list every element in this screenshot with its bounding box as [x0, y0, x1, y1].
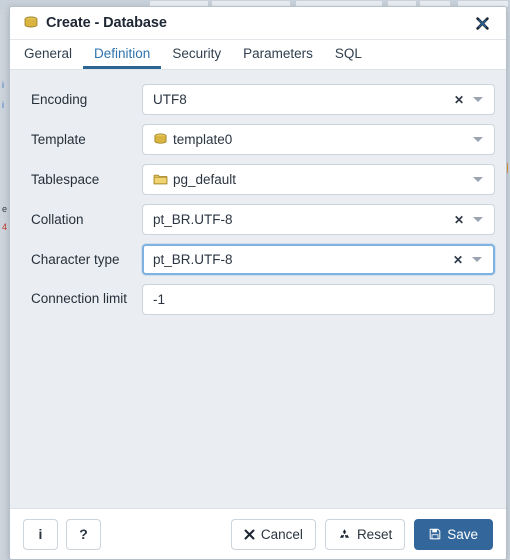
database-icon	[23, 15, 39, 31]
dialog-title: Create - Database	[46, 15, 167, 31]
database-icon	[153, 132, 168, 147]
reset-button[interactable]: Reset	[324, 518, 406, 550]
footer-left-group: i ?	[23, 518, 101, 550]
save-button[interactable]: Save	[414, 518, 493, 550]
tab-parameters[interactable]: Parameters	[232, 40, 324, 69]
clear-encoding-icon[interactable]: ✕	[450, 94, 470, 106]
floppy-disk-icon	[429, 528, 441, 540]
tab-security[interactable]: Security	[161, 40, 232, 69]
clear-collation-icon[interactable]: ✕	[450, 214, 470, 226]
definition-tab-panel: Encoding UTF8 ✕ Template template0 Table…	[10, 70, 506, 509]
select-template-value-group: template0	[153, 132, 470, 147]
chevron-down-icon[interactable]	[472, 257, 482, 262]
chevron-down-icon[interactable]	[473, 97, 483, 102]
label-encoding: Encoding	[31, 92, 88, 107]
select-template-value: template0	[173, 132, 233, 147]
select-encoding[interactable]: UTF8 ✕	[142, 84, 495, 115]
save-button-label: Save	[447, 526, 478, 542]
label-template: Template	[31, 132, 86, 147]
background-left-strip: i i e 4	[0, 9, 9, 560]
chevron-down-icon[interactable]	[473, 177, 483, 182]
chevron-down-icon[interactable]	[473, 217, 483, 222]
clear-character-type-icon[interactable]: ✕	[449, 254, 469, 266]
field-row-character-type: Character type pt_BR.UTF-8 ✕	[21, 244, 495, 275]
chevron-down-icon[interactable]	[473, 137, 483, 142]
help-icon[interactable]: ?	[66, 518, 101, 550]
label-character-type: Character type	[31, 252, 120, 267]
select-tablespace-value: pg_default	[173, 172, 237, 187]
footer-right-group: Cancel Reset Save	[230, 518, 493, 550]
select-character-type-value: pt_BR.UTF-8	[153, 252, 233, 267]
folder-icon	[153, 172, 168, 187]
dialog-title-group: Create - Database	[23, 15, 472, 31]
select-character-type[interactable]: pt_BR.UTF-8 ✕	[142, 244, 495, 275]
select-tablespace-value-group: pg_default	[153, 172, 470, 187]
input-connection-limit[interactable]: -1	[142, 284, 495, 315]
field-row-template: Template template0	[21, 124, 495, 155]
recycle-icon	[338, 528, 351, 541]
field-row-connection-limit: Connection limit -1	[21, 284, 495, 315]
field-row-encoding: Encoding UTF8 ✕	[21, 84, 495, 115]
dialog-titlebar: Create - Database	[10, 7, 506, 40]
field-row-tablespace: Tablespace pg_default	[21, 164, 495, 195]
create-database-dialog: Create - Database General Definition Sec…	[9, 6, 507, 560]
tab-sql[interactable]: SQL	[324, 40, 373, 69]
select-collation-value: pt_BR.UTF-8	[153, 212, 233, 227]
tab-definition[interactable]: Definition	[83, 40, 162, 69]
close-x-icon	[244, 529, 255, 540]
select-encoding-value: UTF8	[153, 92, 187, 107]
select-template[interactable]: template0	[142, 124, 495, 155]
close-icon[interactable]	[472, 13, 492, 33]
label-connection-limit: Connection limit	[31, 291, 128, 306]
field-row-collation: Collation pt_BR.UTF-8 ✕	[21, 204, 495, 235]
select-collation[interactable]: pt_BR.UTF-8 ✕	[142, 204, 495, 235]
dialog-footer: i ? Cancel Reset Save	[10, 509, 506, 559]
cancel-button[interactable]: Cancel	[230, 518, 316, 550]
tab-general[interactable]: General	[20, 40, 83, 69]
label-tablespace: Tablespace	[31, 172, 100, 187]
cancel-button-label: Cancel	[260, 526, 303, 542]
label-collation: Collation	[31, 212, 84, 227]
dialog-tabbar: General Definition Security Parameters S…	[10, 40, 506, 70]
info-icon[interactable]: i	[23, 518, 58, 550]
select-tablespace[interactable]: pg_default	[142, 164, 495, 195]
reset-button-label: Reset	[356, 526, 393, 542]
input-connection-limit-value: -1	[153, 292, 166, 307]
